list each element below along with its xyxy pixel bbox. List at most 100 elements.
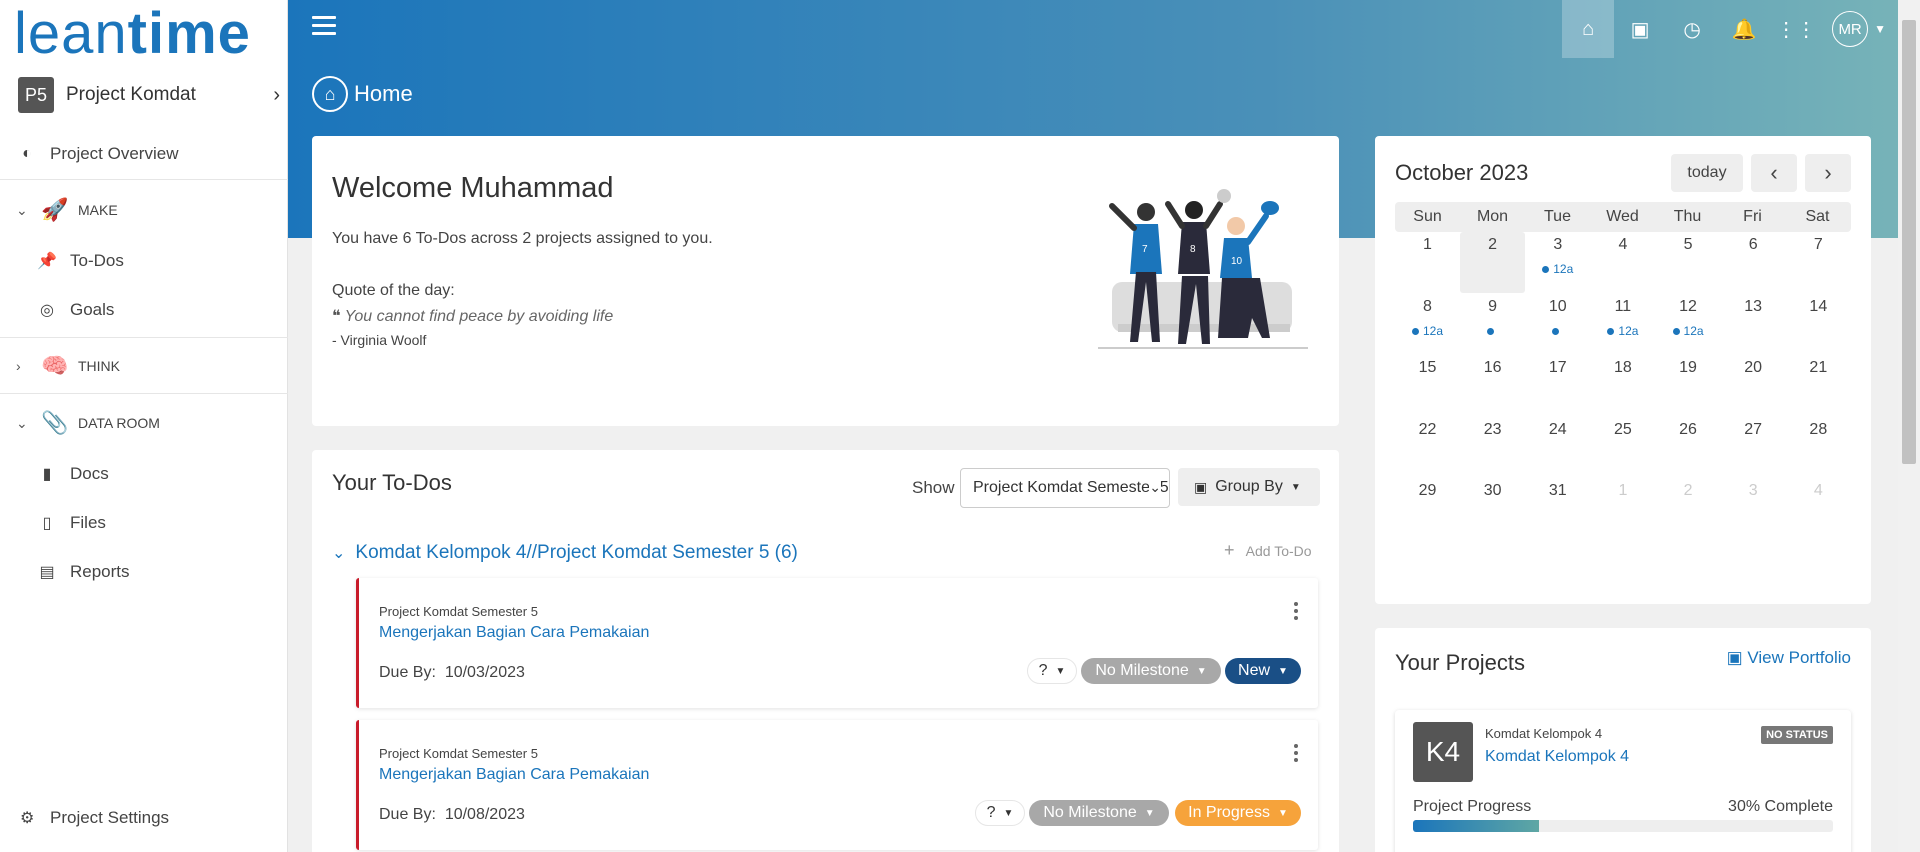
caret-down-icon[interactable]: ▼ (1874, 22, 1886, 36)
leantime-logo[interactable]: leantime (14, 4, 251, 64)
clock-icon[interactable]: ◷ (1666, 0, 1718, 58)
today-button[interactable]: today (1671, 154, 1743, 192)
calendar-day[interactable]: 13 (1721, 294, 1786, 355)
day-number: 10 (1548, 297, 1567, 315)
calendar-day[interactable]: 22 (1395, 417, 1460, 478)
calendar-event[interactable]: 12a (1590, 324, 1655, 338)
calendar-day[interactable]: 29 (1395, 478, 1460, 539)
calendar-day[interactable]: 4 (1786, 478, 1851, 539)
nav-docs[interactable]: ▮ Docs (0, 453, 288, 495)
status-dropdown[interactable]: In Progress ▼ (1175, 800, 1301, 826)
day-number: 8 (1423, 297, 1432, 315)
event-time: 12a (1683, 323, 1704, 338)
user-avatar[interactable]: MR (1832, 11, 1869, 47)
calendar-day[interactable]: 10 (1525, 294, 1590, 355)
calendar-day[interactable]: 23 (1460, 417, 1525, 478)
more-options-icon[interactable] (1294, 602, 1298, 623)
group-by-button[interactable]: ▣ Group By ▼ (1178, 468, 1320, 506)
calendar-day[interactable]: 24 (1525, 417, 1590, 478)
calendar-event[interactable]: 12a (1656, 324, 1721, 338)
day-number: 26 (1679, 420, 1697, 438)
calendar-day[interactable]: 3 12a (1525, 232, 1590, 293)
sidebar: leantime P5 Project Komdat › ◐ Project O… (0, 0, 288, 852)
calendar-event[interactable] (1460, 324, 1525, 338)
calendar-day[interactable]: 7 (1786, 232, 1851, 293)
apps-grid-icon[interactable]: ⋮⋮ (1770, 0, 1822, 58)
calendar-day[interactable]: 26 (1656, 417, 1721, 478)
calendar-day[interactable]: 2 (1656, 478, 1721, 539)
calendar-day[interactable]: 21 (1786, 355, 1851, 416)
calendar-day[interactable]: 1 (1590, 478, 1655, 539)
calendar-event[interactable] (1525, 324, 1590, 338)
next-month-button[interactable]: › (1805, 154, 1851, 192)
project-link[interactable]: Komdat Kelompok 4 (1485, 748, 1629, 766)
caret-down-icon: ▼ (1055, 665, 1066, 677)
prev-month-button[interactable]: ‹ (1751, 154, 1797, 192)
page-scrollbar[interactable] (1898, 0, 1920, 852)
calendar-day[interactable]: 31 (1525, 478, 1590, 539)
todo-item[interactable]: Project Komdat Semester 5 Mengerjakan Ba… (356, 720, 1318, 850)
day-number: 29 (1418, 482, 1437, 499)
priority-dropdown[interactable]: ? ▼ (1027, 658, 1077, 684)
view-portfolio-link[interactable]: ▣ View Portfolio (1727, 648, 1851, 668)
scrollbar-thumb[interactable] (1902, 20, 1916, 464)
weekday-label: Thu (1673, 208, 1702, 225)
nav-section-make[interactable]: ⌄ 🚀 MAKE (0, 185, 288, 235)
day-number: 9 (1488, 297, 1498, 315)
todo-title[interactable]: Mengerjakan Bagian Cara Pemakaian (379, 624, 649, 642)
calendar-day[interactable]: 18 (1590, 355, 1655, 416)
nav-section-think[interactable]: › 🧠 THINK (0, 341, 288, 391)
project-card[interactable]: K4 Komdat Kelompok 4 Komdat Kelompok 4 N… (1395, 710, 1851, 852)
calendar-day[interactable]: 19 (1656, 355, 1721, 416)
calendar-day[interactable]: 17 (1525, 355, 1590, 416)
nav-todos[interactable]: 📌 To-Dos (0, 240, 288, 282)
calendar-event[interactable]: 12a (1525, 262, 1590, 276)
calendar-day[interactable]: 2 (1460, 232, 1526, 293)
project-selector[interactable]: P5 Project Komdat › (18, 76, 280, 114)
calendar-day[interactable]: 16 (1460, 355, 1525, 416)
calendar-day[interactable]: 14 (1786, 294, 1851, 355)
bell-icon[interactable]: 🔔 (1718, 0, 1770, 58)
day-number: 2 (1683, 482, 1693, 499)
add-todo-button[interactable]: + Add To-Do (1224, 540, 1312, 561)
briefcase-icon[interactable]: ▣ (1614, 0, 1666, 58)
day-number: 28 (1809, 420, 1828, 438)
milestone-dropdown[interactable]: No Milestone ▼ (1081, 658, 1221, 684)
calendar-day[interactable]: 1 (1395, 232, 1460, 293)
calendar-day[interactable]: 20 (1721, 355, 1786, 416)
menu-toggle-icon[interactable] (312, 16, 336, 38)
calendar-day[interactable]: 9 (1460, 294, 1525, 355)
calendar-day[interactable]: 30 (1460, 478, 1525, 539)
milestone-dropdown[interactable]: No Milestone ▼ (1029, 800, 1169, 826)
calendar-day[interactable]: 27 (1721, 417, 1786, 478)
calendar-day[interactable]: 4 (1590, 232, 1655, 293)
nav-section-dataroom[interactable]: ⌄ 📎 DATA ROOM (0, 398, 288, 448)
show-project-select[interactable]: Project Komdat Semester 5 ⌄ (960, 468, 1170, 508)
day-number: 7 (1813, 236, 1823, 253)
calendar-day[interactable]: 3 (1721, 478, 1786, 539)
status-dropdown[interactable]: New ▼ (1225, 658, 1301, 684)
calendar-day[interactable]: 11 12a (1590, 294, 1655, 355)
nav-reports[interactable]: ▤ Reports (0, 551, 288, 593)
nav-project-overview[interactable]: ◐ Project Overview (0, 133, 288, 175)
calendar-day[interactable]: 8 12a (1395, 294, 1460, 355)
todo-group-header[interactable]: ⌄ Komdat Kelompok 4//Project Komdat Seme… (332, 542, 798, 564)
more-options-icon[interactable] (1294, 744, 1298, 765)
calendar-event[interactable]: 12a (1395, 324, 1460, 338)
todo-item[interactable]: Project Komdat Semester 5 Mengerjakan Ba… (356, 578, 1318, 708)
home-icon[interactable]: ⌂ (1562, 0, 1615, 58)
nav-goals[interactable]: ◎ Goals (0, 289, 288, 331)
calendar-day[interactable]: 15 (1395, 355, 1460, 416)
calendar-day[interactable]: 6 (1721, 232, 1786, 293)
calendar-day[interactable]: 5 (1656, 232, 1721, 293)
todo-title[interactable]: Mengerjakan Bagian Cara Pemakaian (379, 766, 649, 784)
page-title: ⌂ Home (312, 76, 413, 112)
nav-files[interactable]: ▯ Files (0, 502, 288, 544)
calendar-day[interactable]: 25 (1590, 417, 1655, 478)
day-number: 1 (1618, 482, 1628, 499)
calendar-day[interactable]: 12 12a (1656, 294, 1721, 355)
day-number: 2 (1488, 236, 1498, 253)
priority-dropdown[interactable]: ? ▼ (975, 800, 1025, 826)
nav-project-settings[interactable]: ⚙ Project Settings (0, 798, 288, 838)
calendar-day[interactable]: 28 (1786, 417, 1851, 478)
